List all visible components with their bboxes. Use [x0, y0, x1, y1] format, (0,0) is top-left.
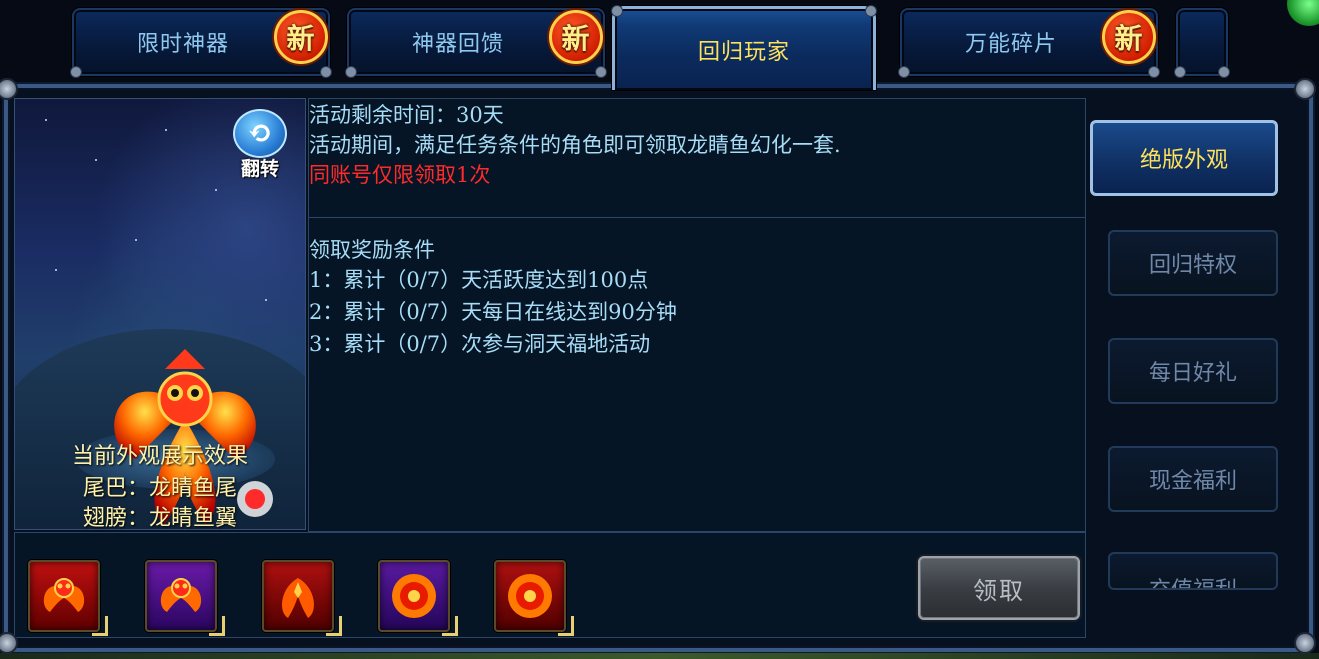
- claim-button[interactable]: 领取: [918, 556, 1080, 620]
- conditions-panel: 领取奖励条件 1：累计（0/7）天活跃度达到100点 2：累计（0/7）天每日在…: [308, 218, 1086, 532]
- tab-overflow[interactable]: [1174, 8, 1230, 78]
- flame-orb-red-icon: [508, 574, 552, 618]
- preview-caption: 当前外观展示效果: [71, 444, 248, 469]
- close-orb-icon[interactable]: [1287, 0, 1319, 26]
- event-info-panel: 活动剩余时间：30天 活动期间，满足任务条件的角色即可领取龙睛鱼幻化一套. 同账…: [308, 98, 1086, 218]
- tab-label: 万能碎片: [964, 32, 1057, 57]
- fish-costume-red-icon: [43, 578, 85, 612]
- fish-tail-icon: [282, 578, 314, 618]
- fish-costume-purple-icon: [160, 578, 202, 612]
- reward-slot[interactable]: [28, 560, 108, 636]
- corner-ornament: [1294, 78, 1316, 100]
- condition-item: 2：累计（0/7）天每日在线达到90分钟: [309, 300, 677, 324]
- reward-slot[interactable]: [378, 560, 458, 636]
- reward-slot[interactable]: [494, 560, 574, 636]
- item-tail-ornament: [442, 616, 458, 636]
- tab-limited-artifact[interactable]: 限时神器 新: [70, 8, 332, 78]
- condition-item: 1：累计（0/7）天活跃度达到100点: [309, 268, 649, 292]
- tail-line: 尾巴：龙睛鱼尾: [82, 476, 237, 501]
- flip-label: 翻转: [240, 158, 279, 180]
- tab-label: 回归玩家: [697, 39, 790, 65]
- event-description: 活动期间，满足任务条件的角色即可领取龙睛鱼幻化一套.: [309, 133, 841, 157]
- rotate-icon: ⟲: [233, 109, 287, 158]
- flip-button[interactable]: ⟲ 翻转: [231, 109, 289, 181]
- item-tail-ornament: [558, 616, 574, 636]
- corner-ornament: [1294, 632, 1316, 654]
- side-item-limited-appearance[interactable]: 绝版外观: [1090, 120, 1278, 196]
- tab-label: 神器回馈: [411, 32, 504, 57]
- new-badge: 新: [274, 10, 328, 64]
- conditions-title: 领取奖励条件: [309, 238, 435, 262]
- side-item-cash-benefit[interactable]: 现金福利: [1108, 446, 1278, 512]
- bottom-background-strip: [0, 653, 1319, 659]
- wing-line: 翅膀：龙睛鱼翼: [82, 506, 237, 531]
- flame-orb-purple-icon: [392, 574, 436, 618]
- reward-slot[interactable]: [262, 560, 342, 636]
- new-badge: 新: [549, 10, 603, 64]
- tab-artifact-feedback[interactable]: 神器回馈 新: [345, 8, 607, 78]
- tab-universal-fragments[interactable]: 万能碎片 新: [898, 8, 1160, 78]
- reward-slot[interactable]: [145, 560, 225, 636]
- side-item-recharge-benefit[interactable]: 充值福利: [1108, 552, 1278, 590]
- item-tail-ornament: [209, 616, 225, 636]
- remaining-time: 活动剩余时间：30天: [309, 103, 504, 127]
- item-tail-ornament: [326, 616, 342, 636]
- item-tail-ornament: [92, 616, 108, 636]
- tab-label: 限时神器: [136, 32, 229, 57]
- limit-notice: 同账号仅限领取1次: [309, 163, 491, 187]
- side-item-return-privilege[interactable]: 回归特权: [1108, 230, 1278, 296]
- tab-returning-player[interactable]: 回归玩家: [611, 5, 877, 90]
- new-badge: 新: [1102, 10, 1156, 64]
- side-item-daily-gift[interactable]: 每日好礼: [1108, 338, 1278, 404]
- condition-item: 3：累计（0/7）次参与洞天福地活动: [309, 332, 651, 356]
